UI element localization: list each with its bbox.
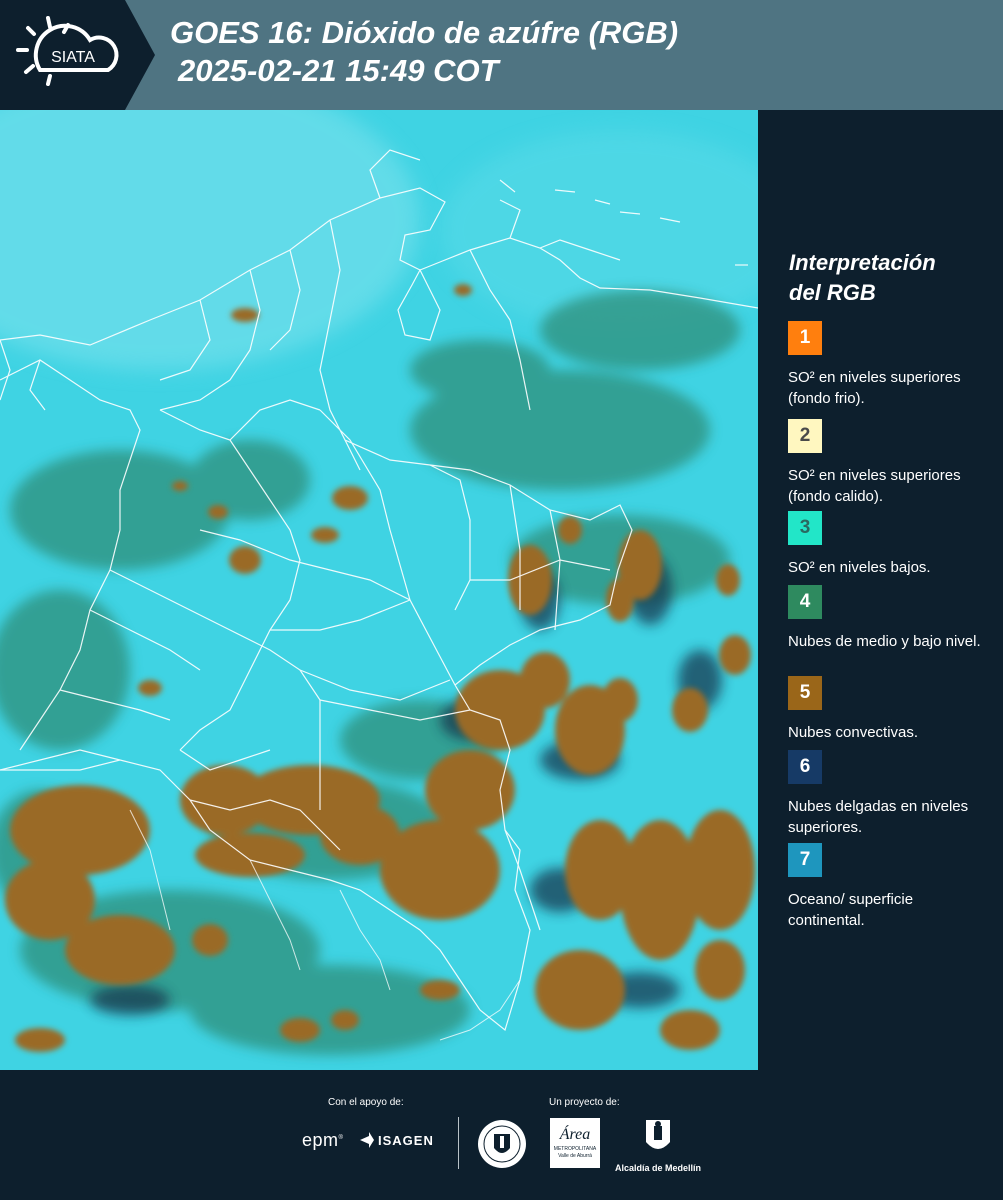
legend-item-label: SO² en niveles superiores (fondo frio). xyxy=(788,369,961,407)
legend-swatch: 3 xyxy=(788,511,822,545)
legend-item-3: 3 SO² en niveles bajos. xyxy=(788,511,993,578)
project-label: Un proyecto de: xyxy=(549,1097,620,1108)
isagen-mark-icon xyxy=(360,1132,374,1148)
legend-title: Interpretación del RGB xyxy=(789,248,936,308)
legend-swatch: 4 xyxy=(788,585,822,619)
support-label: Con el apoyo de: xyxy=(328,1097,404,1108)
alcaldia-logo[interactable]: Alcaldía de Medellín xyxy=(612,1118,704,1173)
title-line-1: GOES 16: Dióxido de azúfre (RGB) xyxy=(170,15,679,50)
legend-title-line-2: del RGB xyxy=(789,280,876,305)
legend-item-7: 7 Oceano/ superficie continental. xyxy=(788,843,993,931)
legend-swatch: 6 xyxy=(788,750,822,784)
alcaldia-logo-text: Alcaldía de Medellín xyxy=(614,1163,702,1173)
svg-text:SIATA: SIATA xyxy=(51,49,95,66)
epm-logo-text: epm xyxy=(302,1130,339,1150)
area-metropolitana-logo[interactable]: Área METROPOLITANA Valle de Aburrá xyxy=(550,1118,600,1168)
title-line-2: 2025-02-21 15:49 COT xyxy=(178,53,499,88)
medellin-seal[interactable] xyxy=(476,1118,528,1175)
isagen-logo[interactable]: ISAGEN xyxy=(360,1132,434,1148)
legend-swatch: 1 xyxy=(788,321,822,355)
legend-item-label: Nubes de medio y bajo nivel. xyxy=(788,633,981,650)
legend-item-label: Nubes delgadas en niveles superiores. xyxy=(788,798,969,836)
area-logo-caption: Valle de Aburrá xyxy=(558,1153,592,1159)
page-title: GOES 16: Dióxido de azúfre (RGB) 2025-02… xyxy=(170,14,678,90)
legend-item-label: SO² en niveles bajos. xyxy=(788,559,931,576)
siata-logo[interactable]: SIATA xyxy=(0,0,155,110)
legend-item-label: Oceano/ superficie continental. xyxy=(788,891,914,929)
footer-divider xyxy=(458,1117,459,1169)
epm-logo[interactable]: epm® xyxy=(302,1130,343,1151)
legend-swatch: 2 xyxy=(788,419,822,453)
legend-item-5: 5 Nubes convectivas. xyxy=(788,676,993,743)
legend-swatch: 5 xyxy=(788,676,822,710)
legend-swatch: 7 xyxy=(788,843,822,877)
alcaldia-shield-icon xyxy=(646,1120,670,1149)
header: SIATA GOES 16: Dióxido de azúfre (RGB) 2… xyxy=(0,0,1003,110)
legend-title-line-1: Interpretación xyxy=(789,250,936,275)
legend-item-label: SO² en niveles superiores (fondo calido)… xyxy=(788,467,961,505)
legend-item-2: 2 SO² en niveles superiores (fondo calid… xyxy=(788,419,993,507)
legend-panel: Interpretación del RGB 1 SO² en niveles … xyxy=(758,110,1003,1070)
legend-item-6: 6 Nubes delgadas en niveles superiores. xyxy=(788,750,993,838)
legend-item-1: 1 SO² en niveles superiores (fondo frio)… xyxy=(788,321,993,409)
legend-item-4: 4 Nubes de medio y bajo nivel. xyxy=(788,585,993,652)
isagen-logo-text: ISAGEN xyxy=(378,1132,434,1148)
legend-item-label: Nubes convectivas. xyxy=(788,724,919,741)
area-logo-text: Área xyxy=(559,1126,591,1143)
area-logo-subtitle: METROPOLITANA xyxy=(553,1146,597,1152)
footer: Con el apoyo de: Un proyecto de: epm® IS… xyxy=(0,1070,1003,1200)
satellite-map[interactable] xyxy=(0,110,758,1070)
